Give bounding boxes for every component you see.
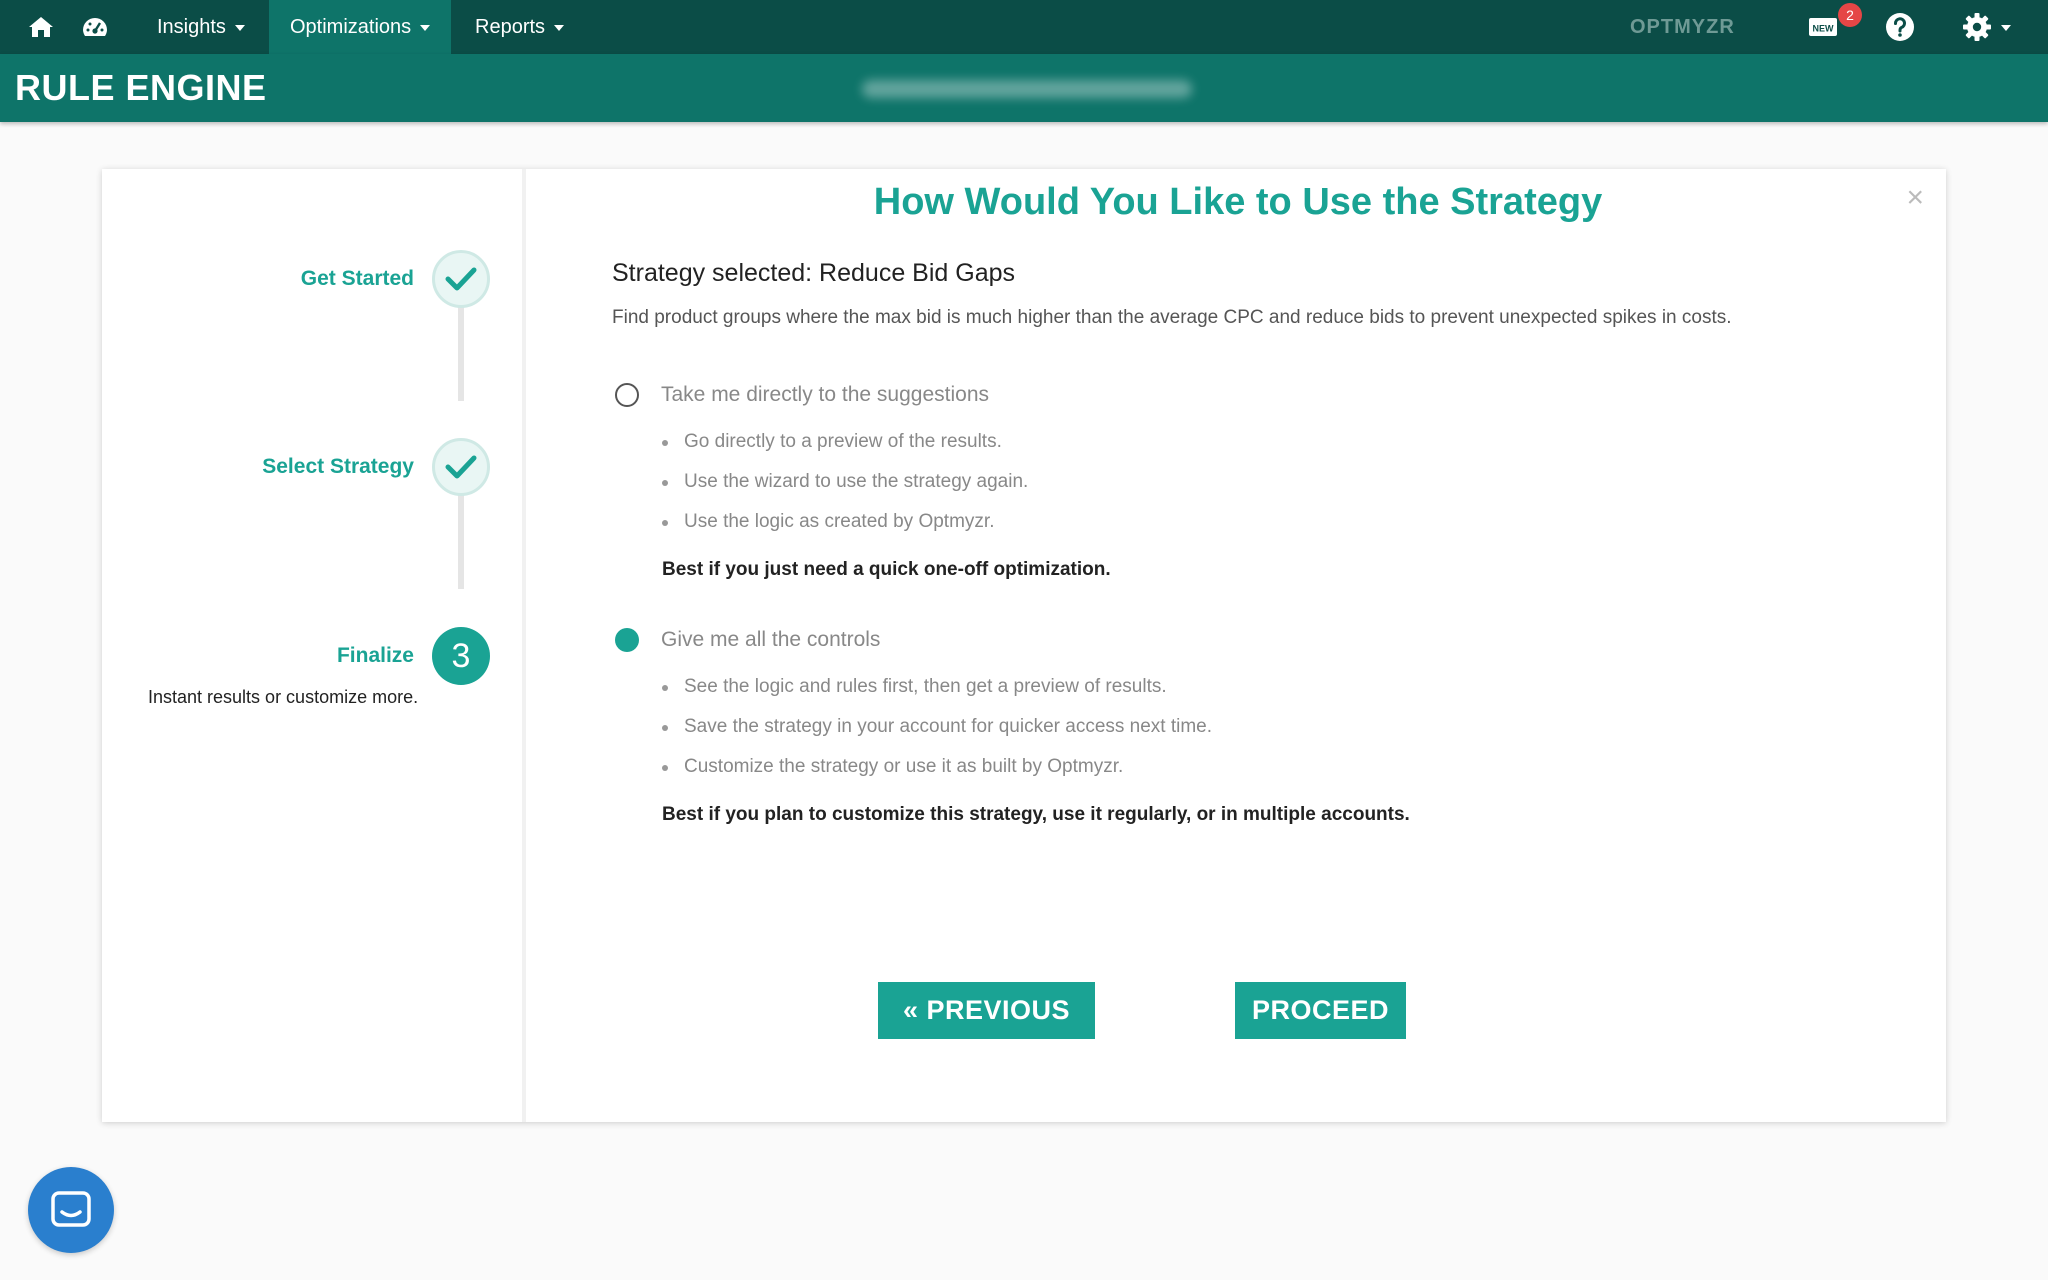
option-label: Give me all the controls [661,628,881,651]
option-bullet-list: See the logic and rules first, then get … [662,667,1212,787]
brand-logo: OPTMYZR [1630,15,1735,38]
step-get-started-label: Get Started [300,267,414,290]
previous-button[interactable]: « PREVIOUS [878,982,1095,1039]
list-item: Use the wizard to use the strategy again… [662,462,1028,502]
nav-optimizations-label: Optimizations [290,15,412,38]
step-select-strategy-label: Select Strategy [262,455,414,478]
option-all-controls[interactable]: Give me all the controls [615,628,880,652]
wizard-steps-panel: Get Started Select Strategy Finalize 3 I… [102,169,526,1122]
option-note: Best if you plan to customize this strat… [662,804,1410,825]
step-finalize-description: Instant results or customize more. [148,687,419,707]
modal-title: How Would You Like to Use the Strategy [873,181,1603,223]
nav-optimizations[interactable]: Optimizations [269,0,452,54]
list-item: See the logic and rules first, then get … [662,667,1212,707]
chevron-down-icon [554,25,565,31]
radio-button[interactable] [615,383,639,407]
check-icon [432,250,490,308]
strategy-selected-heading: Strategy selected: Reduce Bid Gaps [612,259,1016,287]
step-number-badge: 3 [432,627,490,685]
proceed-button[interactable]: PROCEED [1235,982,1406,1039]
page-title: RULE ENGINE [15,67,267,108]
nav-reports[interactable]: Reports [454,0,585,54]
news-icon-text: NEW [1813,24,1835,34]
list-item: Use the logic as created by Optmyzr. [662,502,1028,542]
news-icon[interactable]: NEW [1806,0,1842,54]
list-item: Go directly to a preview of the results. [662,422,1028,462]
nav-reports-label: Reports [475,15,546,38]
nav-insights-label: Insights [157,15,226,38]
option-bullet-list: Go directly to a preview of the results.… [662,422,1028,542]
chevron-down-icon [234,25,245,31]
home-icon[interactable] [24,0,58,54]
option-label: Take me directly to the suggestions [661,383,990,406]
help-icon[interactable] [1883,0,1917,54]
chevron-down-icon [420,25,431,31]
list-item: Customize the strategy or use it as buil… [662,747,1212,787]
radio-button-selected[interactable] [615,628,639,652]
strategy-description: Find product groups where the max bid is… [612,307,1732,328]
nav-insights[interactable]: Insights [136,0,266,54]
chat-icon [51,1191,91,1227]
settings-gear-icon[interactable] [1960,0,2012,54]
option-direct-suggestions[interactable]: Take me directly to the suggestions [615,383,989,407]
dashboard-gauge-icon[interactable] [78,0,112,54]
option-note: Best if you just need a quick one-off op… [662,559,1111,580]
chevron-down-icon [2001,25,2011,31]
check-icon [432,438,490,496]
chat-launcher-button[interactable] [28,1167,114,1253]
strategy-wizard-modal: Get Started Select Strategy Finalize 3 I… [102,169,1946,1122]
account-selector-blurred[interactable] [862,80,1192,98]
top-navbar: Insights Optimizations Reports OPTMYZR N… [0,0,2048,54]
news-count-badge: 2 [1838,3,1862,27]
list-item: Save the strategy in your account for qu… [662,707,1212,747]
step-finalize-label: Finalize [336,644,414,667]
